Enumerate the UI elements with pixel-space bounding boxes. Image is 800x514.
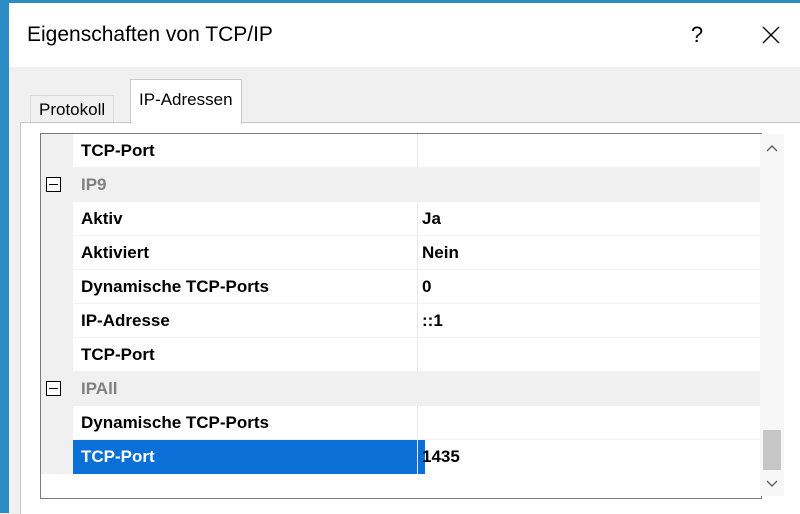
category-name: IPAll	[81, 379, 118, 398]
row-gutter	[41, 406, 73, 440]
tab-label: IP-Adressen	[139, 90, 233, 109]
row-gutter	[41, 134, 73, 168]
property-value[interactable]: 0	[422, 270, 761, 304]
help-button[interactable]: ?	[677, 17, 717, 53]
row-gutter	[41, 440, 73, 474]
row-gutter	[41, 304, 73, 338]
property-name: IP-Adresse	[81, 311, 170, 330]
tab-ip-adressen[interactable]: IP-Adressen	[130, 79, 242, 124]
help-icon: ?	[690, 22, 704, 47]
column-divider	[417, 134, 418, 168]
property-name: Aktiviert	[81, 243, 150, 262]
column-divider	[417, 338, 418, 372]
property-row[interactable]: Aktiv Ja	[41, 202, 761, 236]
property-row[interactable]: Dynamische TCP-Ports	[41, 406, 761, 440]
vertical-scrollbar[interactable]	[760, 134, 784, 496]
close-icon	[762, 26, 780, 44]
title-bar[interactable]: Eigenschaften von TCP/IP ?	[9, 3, 800, 67]
property-row-selected[interactable]: TCP-Port 1435	[41, 440, 761, 474]
property-value[interactable]: 1435	[422, 440, 761, 474]
column-divider	[417, 406, 418, 440]
property-row[interactable]: TCP-Port	[41, 134, 761, 168]
row-gutter	[41, 236, 73, 270]
tab-label: Protokoll	[39, 100, 106, 119]
column-divider	[417, 270, 418, 304]
scroll-up-icon[interactable]	[760, 134, 784, 158]
property-value[interactable]: Nein	[422, 236, 761, 270]
property-grid[interactable]: TCP-Port IP9 Aktiv Ja Aktiviert Nein Dyn…	[40, 133, 762, 499]
close-button[interactable]	[749, 15, 793, 55]
row-gutter	[41, 270, 73, 304]
property-name: Dynamische TCP-Ports	[81, 413, 269, 432]
collapse-icon[interactable]	[46, 381, 61, 396]
property-name: TCP-Port	[81, 141, 155, 160]
column-divider	[417, 304, 418, 338]
row-gutter	[41, 338, 73, 372]
collapse-icon[interactable]	[46, 177, 61, 192]
tab-protokoll[interactable]: Protokoll	[30, 95, 115, 124]
category-row-ipall[interactable]: IPAll	[41, 372, 761, 406]
scroll-down-icon[interactable]	[760, 472, 784, 496]
column-divider	[417, 236, 418, 270]
property-name: TCP-Port	[81, 345, 155, 364]
scroll-thumb[interactable]	[763, 430, 781, 470]
column-divider	[417, 440, 418, 474]
property-name: Dynamische TCP-Ports	[81, 277, 269, 296]
property-row[interactable]: Dynamische TCP-Ports 0	[41, 270, 761, 304]
property-value[interactable]: ::1	[422, 304, 761, 338]
property-row[interactable]: TCP-Port	[41, 338, 761, 372]
category-row-ip9[interactable]: IP9	[41, 168, 761, 202]
category-name: IP9	[81, 175, 107, 194]
property-name: TCP-Port	[73, 440, 425, 474]
property-value[interactable]: Ja	[422, 202, 761, 236]
window-title: Eigenschaften von TCP/IP	[27, 23, 273, 46]
property-row[interactable]: Aktiviert Nein	[41, 236, 761, 270]
row-gutter	[41, 202, 73, 236]
property-name: Aktiv	[81, 209, 123, 228]
column-divider	[417, 202, 418, 236]
window-border-left	[0, 0, 9, 513]
property-row[interactable]: IP-Adresse ::1	[41, 304, 761, 338]
